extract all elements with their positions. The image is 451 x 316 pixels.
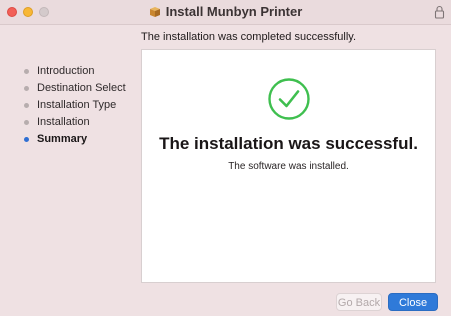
status-message: The installation was completed successfu…	[141, 31, 357, 43]
step-label: Installation Type	[37, 99, 117, 111]
step-dot-active	[24, 137, 29, 142]
steps-sidebar: Introduction Destination Select Installa…	[24, 63, 126, 148]
checkmark-circle-icon	[268, 78, 310, 120]
success-subline: The software was installed.	[228, 161, 349, 172]
step-installation: Installation	[24, 114, 126, 131]
content-panel: The installation was successful. The sof…	[141, 49, 436, 283]
lock-icon[interactable]	[434, 5, 445, 19]
step-summary: Summary	[24, 131, 126, 148]
step-dot	[24, 103, 29, 108]
step-label: Introduction	[37, 65, 95, 77]
installer-window: Install Munbyn Printer The installation …	[0, 0, 451, 316]
step-introduction: Introduction	[24, 63, 126, 80]
package-icon	[149, 7, 160, 17]
success-headline: The installation was successful.	[159, 134, 418, 153]
step-installation-type: Installation Type	[24, 97, 126, 114]
window-title-text: Install Munbyn Printer	[165, 4, 303, 19]
step-label: Destination Select	[37, 82, 126, 94]
window-title: Install Munbyn Printer	[0, 4, 451, 19]
step-dot	[24, 86, 29, 91]
go-back-button[interactable]: Go Back	[336, 293, 382, 311]
step-dot	[24, 120, 29, 125]
step-dot	[24, 69, 29, 74]
title-bar: Install Munbyn Printer	[0, 0, 451, 25]
step-destination-select: Destination Select	[24, 80, 126, 97]
step-label: Summary	[37, 133, 88, 145]
step-label: Installation	[37, 116, 90, 128]
close-button[interactable]: Close	[388, 293, 438, 311]
